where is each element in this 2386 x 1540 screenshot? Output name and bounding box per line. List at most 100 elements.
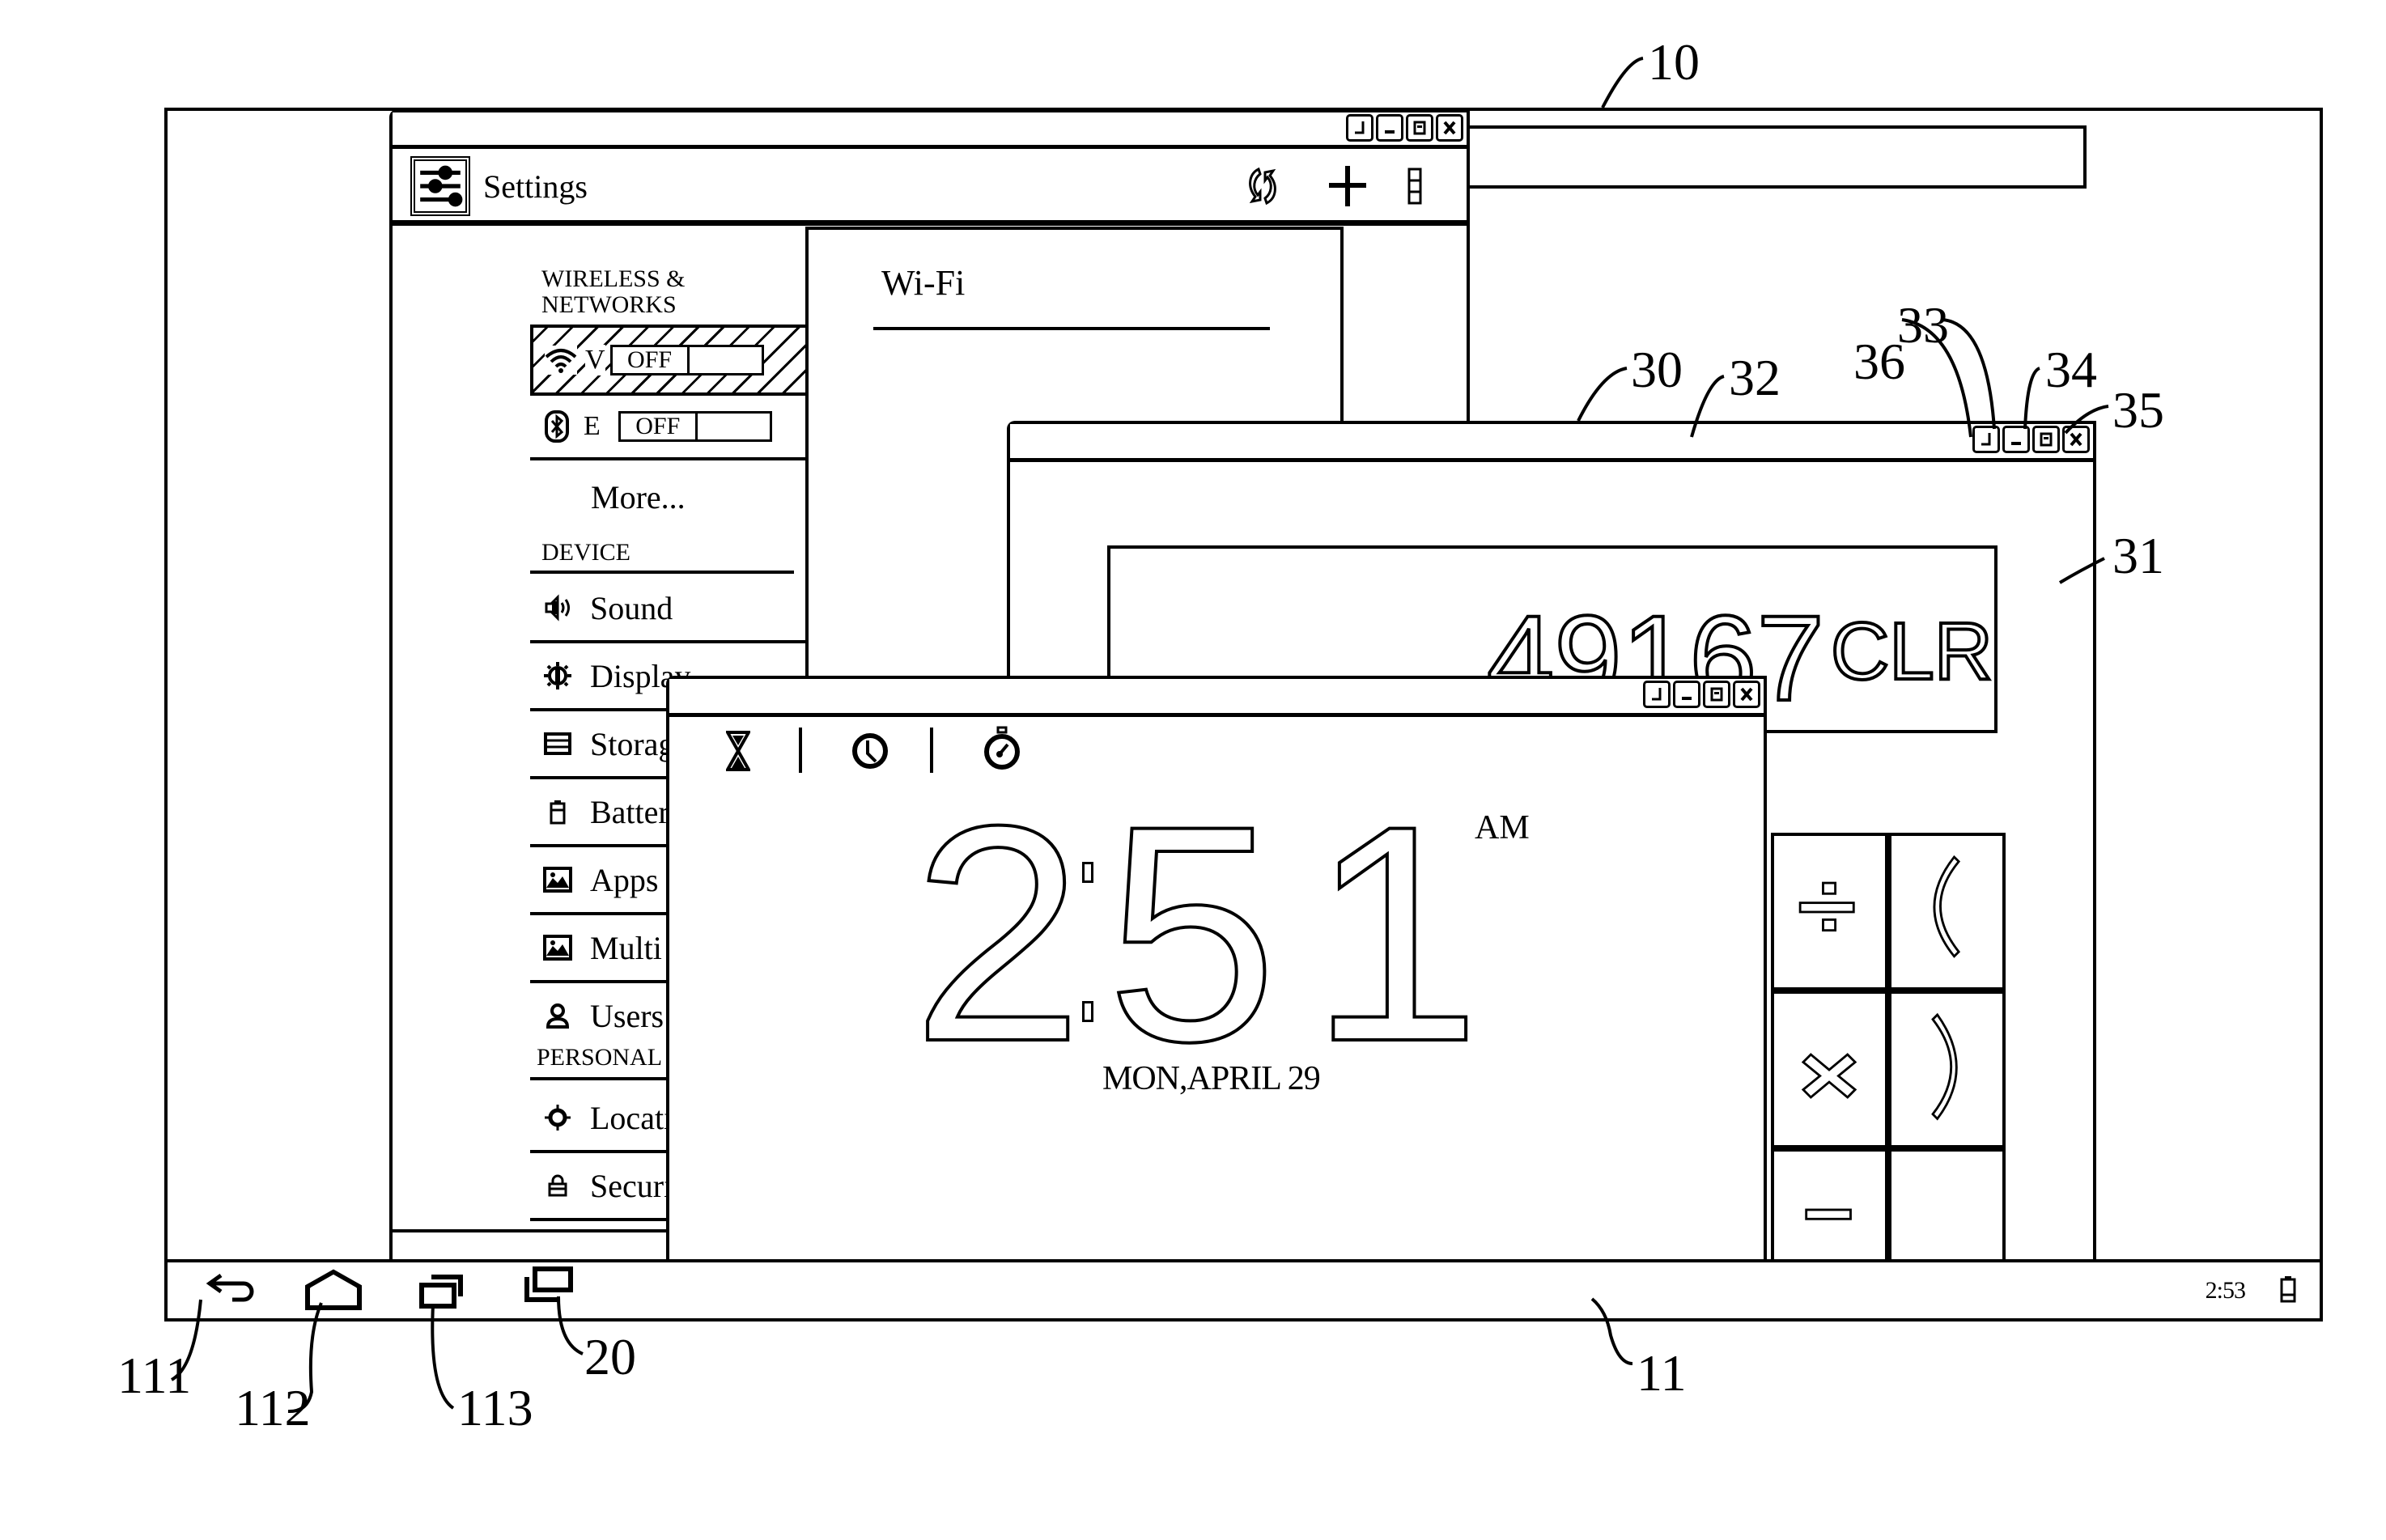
settings-app-icon (410, 156, 470, 216)
ref-label-32: 32 (1729, 349, 1781, 406)
minimize-icon (1385, 130, 1395, 134)
ref-label-112: 112 (235, 1379, 311, 1436)
resize-icon (1355, 121, 1365, 134)
ref-label-20: 20 (584, 1328, 636, 1385)
sound-icon (541, 592, 574, 624)
timer-icon (724, 731, 752, 771)
resize-button[interactable] (1346, 114, 1373, 142)
sync-button[interactable] (1242, 163, 1283, 210)
close-button[interactable] (1733, 681, 1760, 708)
resize-icon (1981, 433, 1991, 446)
recent-apps-button[interactable] (410, 1267, 475, 1316)
wifi-toggle-state: OFF (613, 347, 690, 373)
back-button[interactable] (200, 1269, 265, 1317)
close-icon (2070, 432, 2082, 447)
sync-icon (1249, 167, 1276, 206)
background-widget-bar (1463, 125, 2087, 189)
ref-label-31: 31 (2112, 527, 2164, 584)
storage-icon (541, 728, 574, 760)
minimize-button[interactable] (1376, 114, 1403, 142)
multiply-icon (1801, 1053, 1857, 1099)
clock-window: 2 51 AM MON,APRIL 29 (666, 676, 1767, 1262)
taskbar: 2:53 (164, 1259, 2323, 1322)
battery-icon (541, 795, 574, 828)
open-paren-icon (1933, 855, 1961, 958)
calc-button-blank[interactable] (1888, 1148, 2006, 1270)
ref-label-30: 30 (1631, 341, 1683, 398)
settings-title-bar[interactable] (393, 112, 1467, 149)
location-label: Locati (590, 1099, 673, 1136)
section-header-wireless: WIRELESS & NETWORKS (541, 265, 686, 318)
maximize-icon (1413, 121, 1426, 135)
clear-button[interactable]: CLR (1829, 605, 1994, 698)
ref-label-111: 111 (117, 1347, 192, 1404)
maximize-button[interactable] (1406, 114, 1433, 142)
ref-label-11: 11 (1637, 1344, 1687, 1402)
battery-status-icon (2279, 1275, 2297, 1303)
calc-button-divide[interactable] (1771, 833, 1888, 991)
sidebar-item-sound[interactable]: Sound (530, 575, 805, 643)
multi-window-button[interactable] (516, 1264, 580, 1313)
tab-divider (799, 728, 802, 773)
clock-colon-top (1082, 862, 1093, 883)
security-label: Securi (590, 1167, 673, 1204)
ref-label-113: 113 (457, 1379, 533, 1436)
sidebar-item-bluetooth[interactable]: E OFF (530, 396, 805, 460)
multi-window-icon (541, 931, 574, 964)
minimize-button[interactable] (2002, 426, 2030, 453)
ref-label-35: 35 (2112, 381, 2164, 439)
tab-clock[interactable] (851, 732, 889, 770)
clock-ampm: AM (1475, 809, 1530, 846)
bluetooth-label: E (584, 411, 601, 441)
close-button[interactable] (2062, 426, 2090, 453)
sidebar-item-more[interactable]: More... (591, 478, 686, 516)
display-icon (541, 660, 574, 692)
clock-icon (852, 733, 888, 769)
recent-apps-icon (419, 1275, 463, 1309)
location-icon (541, 1101, 574, 1134)
settings-action-bar: Settings (393, 145, 1467, 226)
divide-icon (1798, 881, 1855, 932)
users-label: Users (590, 997, 664, 1034)
back-icon (206, 1273, 254, 1302)
calculator-title-bar[interactable] (1010, 424, 2093, 462)
minimize-icon (2011, 442, 2021, 445)
close-button[interactable] (1436, 114, 1463, 142)
wifi-toggle[interactable]: OFF (609, 345, 764, 375)
bluetooth-toggle[interactable]: OFF (618, 411, 772, 442)
sidebar-item-wifi[interactable]: V OFF (530, 325, 805, 396)
maximize-button[interactable] (1703, 681, 1730, 708)
ref-label-34: 34 (2045, 341, 2097, 398)
resize-button[interactable] (1972, 426, 2000, 453)
close-icon (1443, 121, 1456, 135)
close-paren-icon (1931, 1012, 1958, 1121)
calc-button-open-paren[interactable] (1888, 833, 2006, 991)
maximize-button[interactable] (2032, 426, 2060, 453)
wifi-icon (545, 346, 577, 375)
wifi-title-divider (873, 327, 1270, 330)
plus-icon (1329, 166, 1366, 206)
more-vert-icon (1407, 168, 1422, 205)
apps-label: Apps (590, 861, 659, 898)
clock-minutes: 51 (1105, 762, 1514, 1105)
minimize-button[interactable] (1673, 681, 1700, 708)
resize-button[interactable] (1643, 681, 1671, 708)
bluetooth-toggle-state: OFF (621, 414, 698, 439)
add-button[interactable] (1327, 163, 1368, 210)
calc-button-multiply[interactable] (1771, 991, 1888, 1148)
tab-timer[interactable] (724, 731, 752, 771)
clock-title-bar[interactable] (669, 679, 1764, 717)
bluetooth-icon (545, 410, 569, 443)
home-button[interactable] (301, 1267, 366, 1316)
minimize-icon (1682, 697, 1692, 700)
minus-icon (1805, 1208, 1852, 1220)
calc-button-minus[interactable] (1771, 1148, 1888, 1270)
security-icon (541, 1169, 574, 1202)
overflow-menu-button[interactable] (1407, 168, 1422, 205)
close-icon (1740, 687, 1753, 702)
clock-colon-bottom (1082, 1001, 1093, 1022)
maximize-icon (1710, 687, 1723, 702)
calc-button-close-paren[interactable] (1888, 991, 2006, 1148)
ref-label-33: 33 (1897, 296, 1949, 354)
leader-10 (1601, 57, 1644, 108)
